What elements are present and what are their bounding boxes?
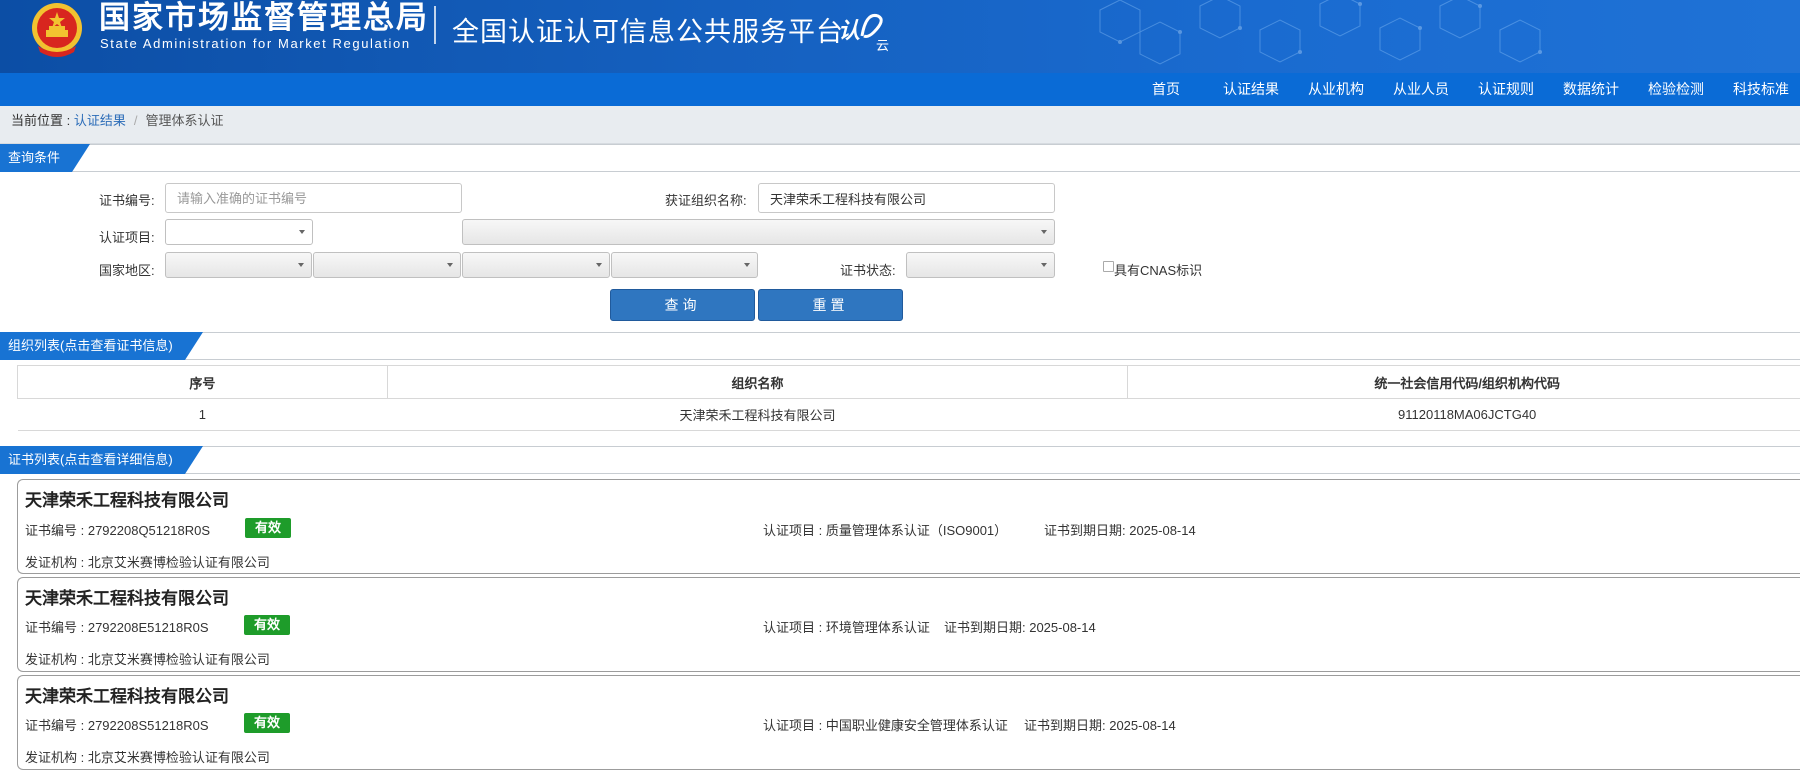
cert-number: 证书编号 : 2792208S51218R0S — [25, 718, 209, 733]
logo-text-2: 云 — [876, 39, 889, 52]
cert-card[interactable]: 天津荣禾工程科技有限公司 证书编号 : 2792208Q51218R0S 有效 … — [17, 479, 1800, 574]
nav-item-standards[interactable]: 科技标准 — [1733, 73, 1789, 106]
nav-item-rules[interactable]: 认证规则 — [1478, 73, 1534, 106]
cert-project: 认证项目 : 中国职业健康安全管理体系认证 — [763, 718, 1008, 733]
cert-card[interactable]: 天津荣禾工程科技有限公司 证书编号 : 2792208S51218R0S 有效 … — [17, 675, 1800, 770]
nav-item-personnel[interactable]: 从业人员 — [1393, 73, 1449, 106]
cert-no-label: 证书编号: — [99, 193, 155, 208]
org-index: 1 — [17, 398, 388, 431]
platform-title: 全国认证认可信息公共服务平台 — [452, 17, 844, 47]
org-credit-code: 91120118MA06JCTG40 — [1127, 398, 1800, 431]
cert-issuer: 发证机构 : 北京艾米赛博检验认证有限公司 — [25, 555, 270, 570]
org-table: 序号 组织名称 统一社会信用代码/组织机构代码 1 天津荣禾工程科技有限公司 9… — [17, 365, 1800, 431]
query-section-header: 查询条件 — [0, 144, 1800, 172]
agency-name-cn: 国家市场监督管理总局 — [99, 0, 429, 35]
cert-project: 认证项目 : 质量管理体系认证（ISO9001） — [763, 523, 1008, 538]
renyun-logo: 认 云 — [838, 13, 889, 52]
chevron-down-icon — [596, 263, 602, 267]
org-name-input[interactable] — [758, 183, 1055, 213]
project-category-select[interactable] — [165, 219, 313, 245]
breadcrumb-separator: / — [133, 113, 138, 128]
chevron-down-icon — [447, 263, 453, 267]
org-list-section-header: 组织列表(点击查看证书信息) — [0, 332, 1800, 360]
cert-list-section-header: 证书列表(点击查看详细信息) — [0, 446, 1800, 474]
cnas-checkbox[interactable] — [1103, 261, 1114, 272]
cert-project: 认证项目 : 环境管理体系认证 — [763, 620, 930, 635]
region-select-3[interactable] — [462, 252, 610, 278]
cert-expiry: 证书到期日期: 2025-08-14 — [944, 620, 1096, 635]
org-name-label: 获证组织名称: — [665, 193, 747, 208]
chevron-down-icon — [1041, 230, 1047, 234]
status-label: 证书状态: — [840, 263, 896, 278]
cert-number: 证书编号 : 2792208Q51218R0S — [25, 523, 210, 538]
region-select-2[interactable] — [313, 252, 461, 278]
cert-issuer: 发证机构 : 北京艾米赛博检验认证有限公司 — [25, 750, 270, 765]
cert-expiry: 证书到期日期: 2025-08-14 — [1024, 718, 1176, 733]
org-name[interactable]: 天津荣禾工程科技有限公司 — [387, 398, 1128, 431]
search-button[interactable]: 查询 — [610, 289, 755, 321]
project-detail-select[interactable] — [462, 219, 1055, 245]
breadcrumb-link-cert-results[interactable]: 认证结果 — [74, 113, 126, 128]
nav-item-statistics[interactable]: 数据统计 — [1563, 73, 1619, 106]
cert-no-input[interactable] — [165, 183, 462, 213]
region-select-4[interactable] — [611, 252, 758, 278]
project-label: 认证项目: — [99, 230, 155, 245]
column-header-credit-code: 统一社会信用代码/组织机构代码 — [1127, 365, 1800, 399]
cert-issuer: 发证机构 : 北京艾米赛博检验认证有限公司 — [25, 652, 270, 667]
table-row[interactable]: 1 天津荣禾工程科技有限公司 91120118MA06JCTG40 — [17, 398, 1800, 431]
nav-item-home[interactable]: 首页 — [1152, 73, 1180, 106]
column-header-index: 序号 — [17, 365, 388, 399]
reset-button[interactable]: 重置 — [758, 289, 903, 321]
query-section-title: 查询条件 — [0, 144, 90, 172]
cert-org-name[interactable]: 天津荣禾工程科技有限公司 — [25, 584, 229, 609]
nav-item-inspection[interactable]: 检验检测 — [1648, 73, 1704, 106]
nav-item-institutions[interactable]: 从业机构 — [1308, 73, 1364, 106]
cert-card[interactable]: 天津荣禾工程科技有限公司 证书编号 : 2792208E51218R0S 有效 … — [17, 577, 1800, 672]
cert-org-name[interactable]: 天津荣禾工程科技有限公司 — [25, 682, 229, 707]
breadcrumb: 当前位置 : 认证结果 / 管理体系认证 — [0, 106, 1800, 144]
logo-text-1: 认 — [838, 19, 860, 44]
main-nav: 首页 认证结果 从业机构 从业人员 认证规则 数据统计 检验检测 科技标准 — [0, 73, 1800, 106]
org-list-section-title: 组织列表(点击查看证书信息) — [0, 332, 203, 360]
cnas-label: 具有CNAS标识 — [1114, 263, 1203, 278]
header-divider — [434, 6, 436, 44]
nav-item-cert-results[interactable]: 认证结果 — [1223, 73, 1279, 106]
national-emblem-icon — [32, 3, 82, 57]
column-header-org-name: 组织名称 — [386, 365, 1129, 399]
chevron-down-icon — [299, 230, 305, 234]
region-select-1[interactable] — [165, 252, 312, 278]
status-badge: 有效 — [244, 713, 290, 733]
cert-list-section-title: 证书列表(点击查看详细信息) — [0, 446, 203, 474]
cert-expiry: 证书到期日期: 2025-08-14 — [1044, 523, 1196, 538]
cert-number: 证书编号 : 2792208E51218R0S — [25, 620, 209, 635]
agency-name-en: State Administration for Market Regulati… — [100, 36, 411, 51]
breadcrumb-prefix: 当前位置 : — [11, 113, 74, 128]
hexagon-pattern-decoration — [1099, 0, 1542, 65]
status-select[interactable] — [906, 252, 1055, 278]
status-badge: 有效 — [244, 615, 290, 635]
chevron-down-icon — [298, 263, 304, 267]
cert-org-name[interactable]: 天津荣禾工程科技有限公司 — [25, 486, 229, 511]
status-badge: 有效 — [245, 518, 291, 538]
chevron-down-icon — [744, 263, 750, 267]
breadcrumb-current: 管理体系认证 — [145, 113, 224, 128]
region-label: 国家地区: — [99, 263, 155, 278]
site-header: 国家市场监督管理总局 State Administration for Mark… — [0, 0, 1800, 73]
chevron-down-icon — [1041, 263, 1047, 267]
org-table-header-row: 序号 组织名称 统一社会信用代码/组织机构代码 — [17, 365, 1800, 399]
